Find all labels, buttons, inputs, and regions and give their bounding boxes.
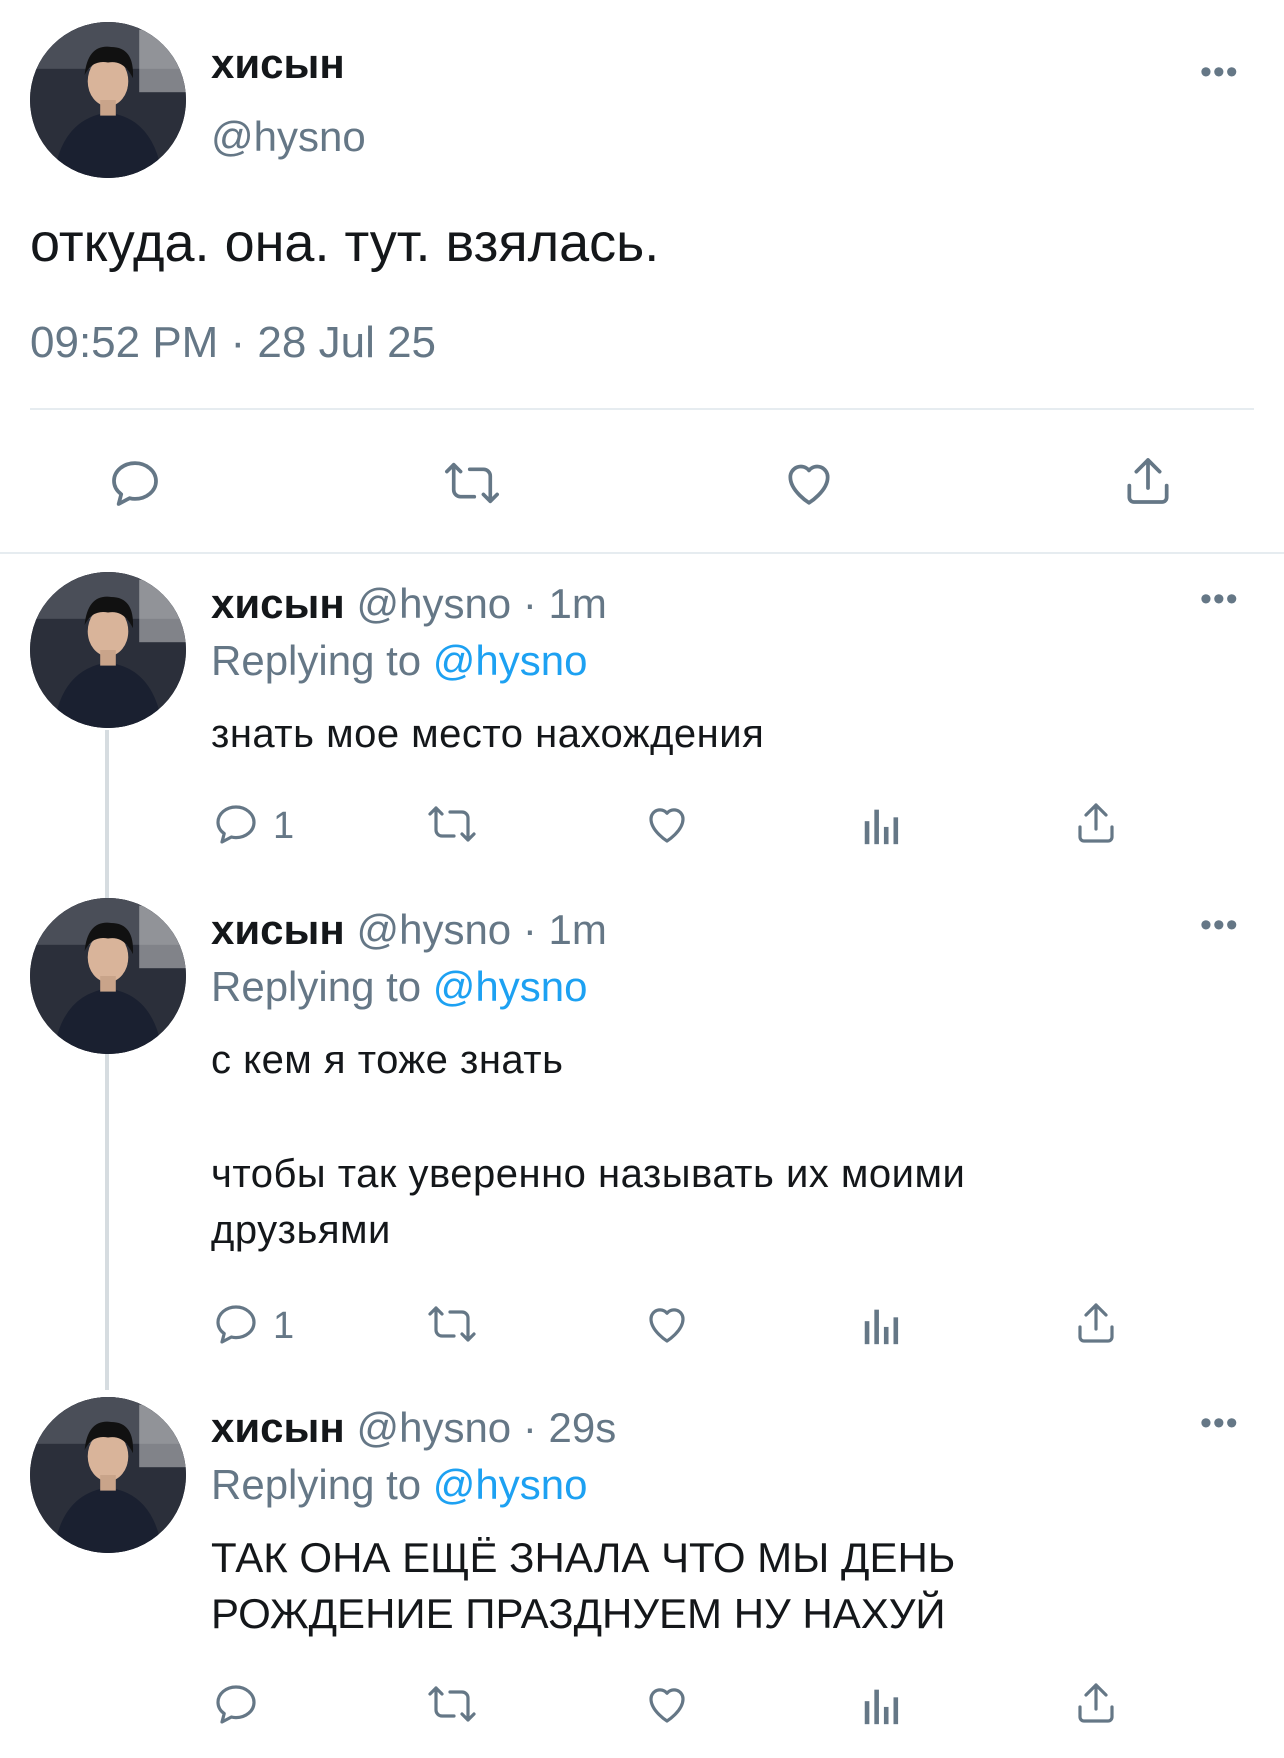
analytics-icon[interactable] [860, 1682, 904, 1728]
display-name[interactable]: хисын [211, 1404, 345, 1451]
like-icon[interactable] [642, 1680, 692, 1728]
more-dots-icon[interactable]: ••• [1200, 582, 1239, 616]
reply-header: хисын @hysno · 29s [211, 1404, 616, 1452]
avatar[interactable] [30, 898, 186, 1054]
divider [30, 408, 1254, 410]
reply-text-line: РОЖДЕНИЕ ПРАЗДНУЕМ НУ НАХУЙ [211, 1590, 946, 1637]
display-name[interactable]: хисын [211, 906, 345, 953]
reply-icon[interactable] [212, 1300, 260, 1348]
more-dots-icon[interactable]: ••• [1200, 1406, 1239, 1440]
timestamp[interactable]: 09:52 PM · 28 Jul 25 [30, 318, 436, 368]
replying-handle-link[interactable]: @hysno [433, 963, 588, 1010]
replying-label: Replying to [211, 637, 422, 684]
replying-label: Replying to [211, 963, 422, 1010]
like-icon[interactable] [642, 800, 692, 848]
retweet-icon[interactable] [440, 455, 504, 511]
retweet-icon[interactable] [424, 800, 480, 848]
retweet-icon[interactable] [424, 1680, 480, 1728]
reply-icon[interactable] [212, 800, 260, 848]
reply-icon[interactable] [107, 455, 163, 511]
reply-text-line: друзьями [211, 1208, 391, 1252]
replying-to: Replying to @hysno [211, 963, 588, 1011]
share-icon[interactable] [1072, 1298, 1120, 1348]
handle-time[interactable]: @hysno · 29s [356, 1404, 616, 1451]
reply-count: 1 [273, 1305, 295, 1347]
replying-label: Replying to [211, 1461, 422, 1508]
reply-icon[interactable] [212, 1680, 260, 1728]
tweet-text: откуда. она. тут. взялась. [30, 213, 660, 273]
divider [0, 552, 1284, 554]
handle-time[interactable]: @hysno · 1m [356, 906, 606, 953]
like-icon[interactable] [642, 1300, 692, 1348]
share-icon[interactable] [1072, 798, 1120, 848]
thread-line [105, 730, 109, 1390]
reply-text-line: с кем я тоже знать [211, 1038, 564, 1082]
display-name[interactable]: хисын [211, 40, 345, 88]
reply-header: хисын @hysno · 1m [211, 906, 607, 954]
replying-to: Replying to @hysno [211, 637, 588, 685]
avatar[interactable] [30, 1397, 186, 1553]
share-icon[interactable] [1072, 1678, 1120, 1728]
reply-text-line: ТАК ОНА ЕЩЁ ЗНАЛА ЧТО МЫ ДЕНЬ [211, 1534, 956, 1581]
handle[interactable]: @hysno [211, 113, 366, 161]
like-icon[interactable] [780, 455, 838, 511]
retweet-icon[interactable] [424, 1300, 480, 1348]
replying-handle-link[interactable]: @hysno [433, 637, 588, 684]
replying-to: Replying to @hysno [211, 1461, 588, 1509]
more-dots-icon[interactable]: ••• [1200, 908, 1239, 942]
share-icon[interactable] [1120, 452, 1176, 510]
analytics-icon[interactable] [860, 1302, 904, 1348]
display-name[interactable]: хисын [211, 580, 345, 627]
reply-header: хисын @hysno · 1m [211, 580, 607, 628]
reply-text: знать мое место нахождения [211, 712, 765, 756]
replying-handle-link[interactable]: @hysno [433, 1461, 588, 1508]
more-dots-icon[interactable]: ••• [1200, 55, 1239, 89]
avatar[interactable] [30, 22, 186, 178]
reply-count: 1 [273, 805, 295, 847]
avatar[interactable] [30, 572, 186, 728]
analytics-icon[interactable] [860, 802, 904, 848]
handle-time[interactable]: @hysno · 1m [356, 580, 606, 627]
reply-text-line: чтобы так уверенно называть их моими [211, 1152, 966, 1196]
